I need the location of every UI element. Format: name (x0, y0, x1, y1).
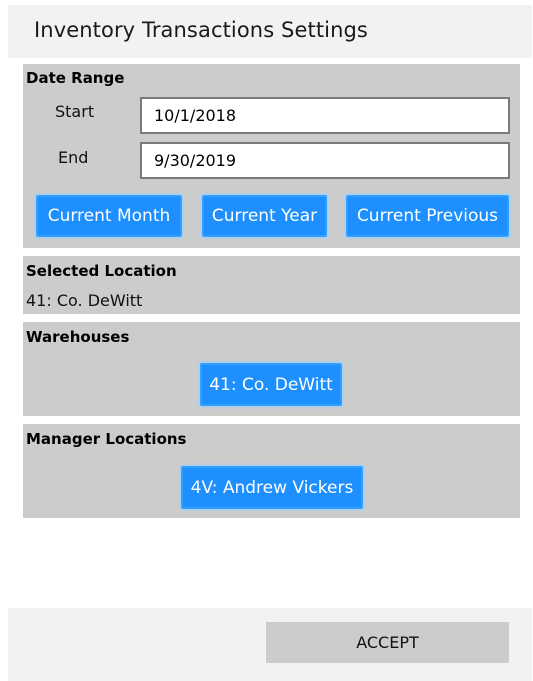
end-date-field[interactable] (140, 142, 510, 179)
manager-locations-header: Manager Locations (26, 430, 187, 448)
current-month-button[interactable]: Current Month (36, 195, 182, 237)
start-date-field[interactable] (140, 97, 510, 134)
current-year-button[interactable]: Current Year (202, 195, 327, 237)
selected-location-header: Selected Location (26, 262, 177, 280)
warehouses-header: Warehouses (26, 328, 130, 346)
footer-bar: ACCEPT (8, 608, 532, 681)
window-title: Inventory Transactions Settings (34, 18, 368, 42)
warehouses-panel: Warehouses 41: Co. DeWitt (23, 322, 520, 416)
end-label: End (58, 148, 89, 167)
date-range-panel: Date Range Start End Current Month Curre… (23, 64, 520, 248)
selected-location-panel: Selected Location 41: Co. DeWitt (23, 256, 520, 314)
current-previous-button[interactable]: Current Previous (346, 195, 509, 237)
date-range-header: Date Range (26, 69, 125, 87)
accept-button[interactable]: ACCEPT (266, 622, 509, 663)
manager-location-button[interactable]: 4V: Andrew Vickers (181, 466, 363, 509)
start-label: Start (55, 102, 95, 121)
title-bar: Inventory Transactions Settings (8, 5, 532, 58)
manager-locations-panel: Manager Locations 4V: Andrew Vickers (23, 424, 520, 518)
warehouse-button[interactable]: 41: Co. DeWitt (200, 363, 342, 406)
selected-location-value: 41: Co. DeWitt (26, 291, 143, 310)
